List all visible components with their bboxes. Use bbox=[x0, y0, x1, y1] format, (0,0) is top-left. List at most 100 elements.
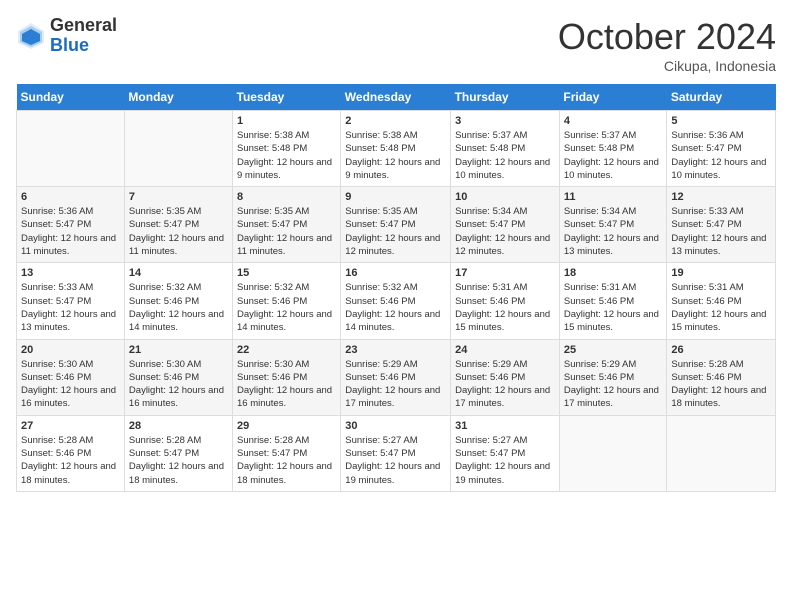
day-number: 19 bbox=[671, 267, 771, 279]
day-info: Sunrise: 5:28 AMSunset: 5:47 PMDaylight:… bbox=[129, 434, 228, 487]
day-info: Sunrise: 5:36 AMSunset: 5:47 PMDaylight:… bbox=[671, 129, 771, 182]
calendar-week-5: 27 Sunrise: 5:28 AMSunset: 5:46 PMDayligh… bbox=[17, 415, 776, 491]
day-number: 11 bbox=[564, 191, 662, 203]
day-info: Sunrise: 5:32 AMSunset: 5:46 PMDaylight:… bbox=[237, 281, 336, 334]
calendar-cell: 9Sunrise: 5:35 AMSunset: 5:47 PMDaylight… bbox=[341, 187, 451, 263]
calendar-week-4: 20 Sunrise: 5:30 AMSunset: 5:46 PMDayligh… bbox=[17, 339, 776, 415]
calendar-cell: 20Sunrise: 5:30 AMSunset: 5:46 PMDayligh… bbox=[17, 339, 125, 415]
calendar-cell: 18 Sunrise: 5:31 AMSunset: 5:46 PMDayligh… bbox=[559, 263, 666, 339]
day-number: 21 bbox=[129, 344, 228, 356]
calendar-cell: 3 Sunrise: 5:37 AMSunset: 5:48 PMDaylight… bbox=[451, 111, 560, 187]
calendar-table: Sunday Monday Tuesday Wednesday Thursday… bbox=[16, 84, 776, 492]
day-info: Sunrise: 5:33 AMSunset: 5:47 PMDaylight:… bbox=[671, 205, 771, 258]
day-info: Sunrise: 5:36 AMSunset: 5:47 PMDaylight:… bbox=[21, 205, 120, 258]
day-info: Sunrise: 5:35 AMSunset: 5:47 PMDaylight:… bbox=[129, 205, 228, 258]
day-number: 24 bbox=[455, 344, 555, 356]
calendar-cell: 25Sunrise: 5:29 AMSunset: 5:46 PMDayligh… bbox=[559, 339, 666, 415]
calendar-cell: 14 Sunrise: 5:32 AMSunset: 5:46 PMDayligh… bbox=[124, 263, 232, 339]
day-info: Sunrise: 5:29 AMSunset: 5:46 PMDaylight:… bbox=[455, 358, 555, 411]
day-number: 12 bbox=[671, 191, 771, 203]
day-info: Sunrise: 5:30 AMSunset: 5:46 PMDaylight:… bbox=[237, 358, 336, 411]
calendar-cell: 17 Sunrise: 5:31 AMSunset: 5:46 PMDayligh… bbox=[451, 263, 560, 339]
calendar-cell: 23 Sunrise: 5:29 AMSunset: 5:46 PMDayligh… bbox=[341, 339, 451, 415]
calendar-cell: 21 Sunrise: 5:30 AMSunset: 5:46 PMDayligh… bbox=[124, 339, 232, 415]
day-number: 3 bbox=[455, 115, 555, 127]
calendar-week-2: 6 Sunrise: 5:36 AMSunset: 5:47 PMDaylight… bbox=[17, 187, 776, 263]
day-info: Sunrise: 5:29 AMSunset: 5:46 PMDaylight:… bbox=[345, 358, 446, 411]
day-info: Sunrise: 5:27 AMSunset: 5:47 PMDaylight:… bbox=[455, 434, 555, 487]
calendar-cell: 29 Sunrise: 5:28 AMSunset: 5:47 PMDayligh… bbox=[233, 415, 341, 491]
day-info: Sunrise: 5:37 AMSunset: 5:48 PMDaylight:… bbox=[455, 129, 555, 182]
day-number: 4 bbox=[564, 115, 662, 127]
day-info: Sunrise: 5:32 AMSunset: 5:46 PMDaylight:… bbox=[129, 281, 228, 334]
calendar-cell: 4Sunrise: 5:37 AMSunset: 5:48 PMDaylight… bbox=[559, 111, 666, 187]
day-number: 26 bbox=[671, 344, 771, 356]
calendar-cell: 6 Sunrise: 5:36 AMSunset: 5:47 PMDaylight… bbox=[17, 187, 125, 263]
calendar-week-3: 13 Sunrise: 5:33 AMSunset: 5:47 PMDayligh… bbox=[17, 263, 776, 339]
calendar-cell: 1 Sunrise: 5:38 AMSunset: 5:48 PMDaylight… bbox=[233, 111, 341, 187]
day-info: Sunrise: 5:38 AMSunset: 5:48 PMDaylight:… bbox=[237, 129, 336, 182]
calendar-cell: 13 Sunrise: 5:33 AMSunset: 5:47 PMDayligh… bbox=[17, 263, 125, 339]
day-info: Sunrise: 5:28 AMSunset: 5:47 PMDaylight:… bbox=[237, 434, 336, 487]
calendar-cell bbox=[124, 111, 232, 187]
day-number: 22 bbox=[237, 344, 336, 356]
day-number: 28 bbox=[129, 420, 228, 432]
day-info: Sunrise: 5:28 AMSunset: 5:46 PMDaylight:… bbox=[671, 358, 771, 411]
calendar-cell: 15 Sunrise: 5:32 AMSunset: 5:46 PMDayligh… bbox=[233, 263, 341, 339]
logo-blue: Blue bbox=[50, 36, 117, 56]
col-sunday: Sunday bbox=[17, 84, 125, 111]
calendar-cell: 27 Sunrise: 5:28 AMSunset: 5:46 PMDayligh… bbox=[17, 415, 125, 491]
header-row: Sunday Monday Tuesday Wednesday Thursday… bbox=[17, 84, 776, 111]
col-tuesday: Tuesday bbox=[233, 84, 341, 111]
day-info: Sunrise: 5:31 AMSunset: 5:46 PMDaylight:… bbox=[564, 281, 662, 334]
day-number: 17 bbox=[455, 267, 555, 279]
day-info: Sunrise: 5:35 AMSunset: 5:47 PMDaylight:… bbox=[237, 205, 336, 258]
day-info: Sunrise: 5:28 AMSunset: 5:46 PMDaylight:… bbox=[21, 434, 120, 487]
day-number: 8 bbox=[237, 191, 336, 203]
calendar-cell: 2 Sunrise: 5:38 AMSunset: 5:48 PMDaylight… bbox=[341, 111, 451, 187]
day-number: 15 bbox=[237, 267, 336, 279]
title-section: October 2024 Cikupa, Indonesia bbox=[558, 16, 776, 74]
day-info: Sunrise: 5:31 AMSunset: 5:46 PMDaylight:… bbox=[671, 281, 771, 334]
day-info: Sunrise: 5:38 AMSunset: 5:48 PMDaylight:… bbox=[345, 129, 446, 182]
day-info: Sunrise: 5:32 AMSunset: 5:46 PMDaylight:… bbox=[345, 281, 446, 334]
day-number: 25 bbox=[564, 344, 662, 356]
day-number: 23 bbox=[345, 344, 446, 356]
calendar-cell: 5 Sunrise: 5:36 AMSunset: 5:47 PMDaylight… bbox=[667, 111, 776, 187]
day-number: 7 bbox=[129, 191, 228, 203]
day-number: 31 bbox=[455, 420, 555, 432]
calendar-cell: 24 Sunrise: 5:29 AMSunset: 5:46 PMDayligh… bbox=[451, 339, 560, 415]
day-info: Sunrise: 5:33 AMSunset: 5:47 PMDaylight:… bbox=[21, 281, 120, 334]
day-number: 18 bbox=[564, 267, 662, 279]
day-number: 1 bbox=[237, 115, 336, 127]
day-number: 29 bbox=[237, 420, 336, 432]
day-number: 30 bbox=[345, 420, 446, 432]
calendar-week-1: 1 Sunrise: 5:38 AMSunset: 5:48 PMDaylight… bbox=[17, 111, 776, 187]
col-friday: Friday bbox=[559, 84, 666, 111]
calendar-cell: 10 Sunrise: 5:34 AMSunset: 5:47 PMDayligh… bbox=[451, 187, 560, 263]
calendar-cell bbox=[559, 415, 666, 491]
day-info: Sunrise: 5:27 AMSunset: 5:47 PMDaylight:… bbox=[345, 434, 446, 487]
calendar-cell: 31 Sunrise: 5:27 AMSunset: 5:47 PMDayligh… bbox=[451, 415, 560, 491]
day-number: 6 bbox=[21, 191, 120, 203]
day-number: 5 bbox=[671, 115, 771, 127]
day-info: Sunrise: 5:30 AMSunset: 5:46 PMDaylight:… bbox=[129, 358, 228, 411]
calendar-cell: 19 Sunrise: 5:31 AMSunset: 5:46 PMDayligh… bbox=[667, 263, 776, 339]
day-number: 27 bbox=[21, 420, 120, 432]
col-monday: Monday bbox=[124, 84, 232, 111]
calendar-cell: 22 Sunrise: 5:30 AMSunset: 5:46 PMDayligh… bbox=[233, 339, 341, 415]
day-number: 14 bbox=[129, 267, 228, 279]
col-wednesday: Wednesday bbox=[341, 84, 451, 111]
day-number: 20 bbox=[21, 344, 120, 356]
day-number: 13 bbox=[21, 267, 120, 279]
day-info: Sunrise: 5:31 AMSunset: 5:46 PMDaylight:… bbox=[455, 281, 555, 334]
calendar-cell: 30 Sunrise: 5:27 AMSunset: 5:47 PMDayligh… bbox=[341, 415, 451, 491]
calendar-cell: 11 Sunrise: 5:34 AMSunset: 5:47 PMDayligh… bbox=[559, 187, 666, 263]
calendar-cell: 28 Sunrise: 5:28 AMSunset: 5:47 PMDayligh… bbox=[124, 415, 232, 491]
day-number: 10 bbox=[455, 191, 555, 203]
day-number: 9 bbox=[345, 191, 446, 203]
day-number: 2 bbox=[345, 115, 446, 127]
day-info: Sunrise: 5:34 AMSunset: 5:47 PMDaylight:… bbox=[455, 205, 555, 258]
day-info: Sunrise: 5:34 AMSunset: 5:47 PMDaylight:… bbox=[564, 205, 662, 258]
calendar-cell: 26 Sunrise: 5:28 AMSunset: 5:46 PMDayligh… bbox=[667, 339, 776, 415]
